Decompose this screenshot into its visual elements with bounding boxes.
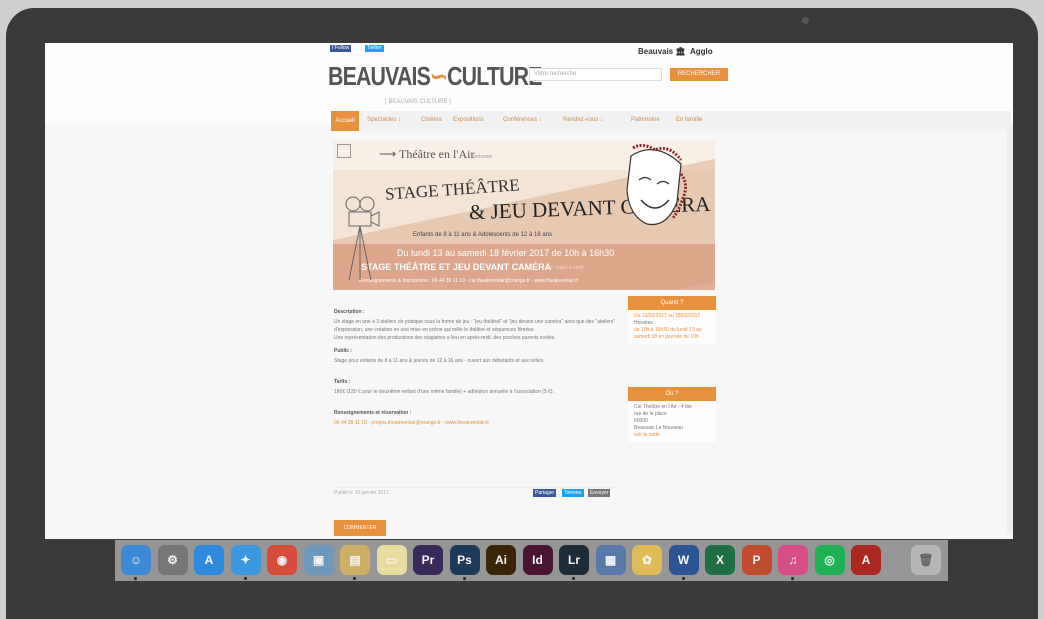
running-indicator bbox=[353, 577, 356, 580]
published-date: Publié le 15 janvier 2017 bbox=[334, 490, 389, 496]
banner-ages: Enfants de 8 à 11 ans & Adolescents de 1… bbox=[413, 232, 552, 238]
notes-icon[interactable]: ▤ bbox=[340, 545, 370, 575]
main-nav: Accueil Spectacles ↓ Cinéma Expositions … bbox=[331, 111, 1011, 131]
banner-stage: STAGE THÉÂTRE ET JEU DEVANT CAMÉRA bbox=[361, 262, 552, 272]
photos-icon[interactable]: ✿ bbox=[632, 545, 662, 575]
chrome-icon[interactable]: ◉ bbox=[267, 545, 297, 575]
photos-library-icon[interactable]: ▦ bbox=[595, 545, 626, 575]
nav-item-home[interactable]: Accueil bbox=[331, 111, 359, 131]
theatre-logo-icon bbox=[337, 144, 351, 158]
finder-icon[interactable]: ☺ bbox=[121, 545, 151, 575]
logo-text-right: CULTURE bbox=[447, 61, 542, 91]
where-line-1: Cie Théâtre en l'Air - 4 bis bbox=[634, 404, 692, 410]
share-email-button[interactable]: Envoyer bbox=[588, 489, 611, 497]
banner-presents: présente bbox=[473, 154, 493, 160]
word-icon[interactable]: W bbox=[668, 545, 699, 575]
partner-logo-beauvais: Beauvais 🏛 bbox=[638, 47, 686, 56]
running-indicator bbox=[243, 577, 247, 580]
description-text-3: Une représentation des productions des s… bbox=[334, 335, 556, 341]
public-heading: Public : bbox=[334, 348, 353, 354]
nav-item-expositions[interactable]: Expositions bbox=[453, 117, 484, 123]
running-indicator bbox=[572, 577, 575, 580]
when-hours-label: Horaires : bbox=[634, 320, 656, 326]
running-indicator bbox=[681, 577, 685, 580]
where-body: Cie Théâtre en l'Air - 4 bis rue de la p… bbox=[628, 401, 716, 442]
running-indicator bbox=[791, 577, 794, 580]
event-banner: ⟶ Théâtre en l'Air présente STAGE THÉÂTR… bbox=[333, 140, 715, 290]
page-scrollbar[interactable] bbox=[1007, 123, 1013, 533]
banner-stage-note: sur dates à venir bbox=[547, 265, 584, 271]
preview-icon[interactable]: ▣ bbox=[303, 545, 334, 575]
safari-icon[interactable]: ✦ bbox=[230, 545, 261, 575]
theatre-mask-icon bbox=[626, 144, 687, 226]
description-text-1: Un stage en une à 3 ateliers de pratique… bbox=[334, 319, 616, 333]
where-heading: Où ? bbox=[628, 387, 716, 401]
dock: ☺ ⚙ A ✦ ◉ ▣ ▤ ▭ Pr Ps Ai Id Lr ▦ ✿ W X P ♫ ◎ A 🗑 bbox=[115, 540, 948, 581]
indesign-icon[interactable]: Id bbox=[522, 545, 553, 575]
when-hours: de 10h à 16h30 du lundi 13 au samedi 18 … bbox=[634, 327, 702, 340]
banner-dates: Du lundi 13 au samedi 18 février 2017 de… bbox=[397, 248, 615, 258]
nav-item-rendez-vous[interactable]: Rendez-vous ↓ bbox=[563, 117, 603, 123]
nav-item-spectacles[interactable]: Spectacles ↓ bbox=[367, 117, 401, 123]
acrobat-icon[interactable]: A bbox=[851, 545, 881, 575]
nav-item-conferences[interactable]: Conférences ↓ bbox=[503, 117, 542, 123]
when-box: Quand ? Du 13/02/2017 au 18/02/2017 Hora… bbox=[628, 296, 716, 344]
illustrator-icon[interactable]: Ai bbox=[486, 545, 516, 575]
site-logo[interactable]: BEAUVAIS∽CULTURE bbox=[328, 61, 542, 92]
where-line-2: rue de la place bbox=[634, 411, 667, 417]
where-line-4: Beauvais Le Nouveau bbox=[634, 425, 683, 431]
facebook-follow-button[interactable]: f Follow bbox=[330, 45, 352, 52]
when-dates: Du 13/02/2017 au 18/02/2017 bbox=[634, 313, 701, 319]
when-body: Du 13/02/2017 au 18/02/2017 Horaires : d… bbox=[628, 310, 716, 344]
article-body: Description : Un stage en une à 3 atelie… bbox=[334, 303, 619, 430]
running-indicator bbox=[134, 577, 137, 580]
nav-item-en-famille[interactable]: En famille bbox=[676, 117, 702, 123]
public-text: Stage pour enfants de 8 à 11 ans & jeune… bbox=[334, 358, 545, 364]
search-input[interactable]: Votre recherche bbox=[529, 68, 662, 81]
camera-icon bbox=[802, 17, 809, 24]
stickies-icon[interactable]: ▭ bbox=[376, 545, 407, 575]
nav-item-cinema[interactable]: Cinéma bbox=[421, 117, 442, 123]
banner-company-name: Théâtre en l'Air bbox=[399, 147, 475, 161]
browser-screen: f Follow Twitter Beauvais 🏛 Agglo BEAUVA… bbox=[45, 43, 1013, 539]
spotify-icon[interactable]: ◎ bbox=[814, 545, 845, 575]
twitter-button[interactable]: Twitter bbox=[365, 45, 384, 52]
tarifs-text: 180€ (130 € pour le deuxième enfant d'un… bbox=[334, 389, 554, 395]
where-box: Où ? Cie Théâtre en l'Air - 4 bis rue de… bbox=[628, 387, 716, 442]
tarifs-heading: Tarifs : bbox=[334, 379, 351, 385]
share-facebook-button[interactable]: Partager bbox=[533, 489, 557, 497]
logo-subtitle: [ BEAUVAIS CULTURE ] bbox=[385, 99, 451, 105]
system-preferences-icon[interactable]: ⚙ bbox=[157, 545, 188, 575]
powerpoint-icon[interactable]: P bbox=[741, 545, 772, 575]
banner-company: ⟶ Théâtre en l'Air bbox=[379, 147, 475, 161]
premiere-icon[interactable]: Pr bbox=[413, 545, 443, 575]
where-map-link[interactable]: voir la carte bbox=[634, 432, 660, 438]
description-heading: Description : bbox=[334, 309, 365, 315]
nav-item-patrimoine[interactable]: Patrimoine bbox=[631, 117, 660, 123]
comment-button[interactable]: COMMENTER bbox=[334, 520, 386, 536]
description-text-2: séquences filmées. bbox=[492, 327, 535, 333]
renseignements-text[interactable]: 06 44 39 11 10 - projets.theatreenlair@o… bbox=[334, 419, 619, 427]
partner-logo-agglo: Agglo bbox=[690, 47, 713, 56]
app-store-icon[interactable]: A bbox=[194, 545, 224, 575]
share-twitter-button[interactable]: Tweeter bbox=[562, 489, 584, 497]
lightroom-icon[interactable]: Lr bbox=[559, 545, 589, 575]
photoshop-icon[interactable]: Ps bbox=[449, 545, 480, 575]
excel-icon[interactable]: X bbox=[705, 545, 735, 575]
where-line-3: 60000 bbox=[634, 418, 648, 424]
when-heading: Quand ? bbox=[628, 296, 716, 310]
trash-icon[interactable]: 🗑 bbox=[911, 545, 941, 575]
search-button[interactable]: RECHERCHER bbox=[670, 68, 728, 81]
banner-footer: Renseignements & inscriptions : 06 44 39… bbox=[359, 278, 579, 284]
logo-text-mid: ∽ bbox=[430, 61, 448, 91]
renseignements-heading: Renseignements et réservation : bbox=[334, 410, 412, 416]
film-camera-icon bbox=[345, 196, 380, 281]
logo-text-left: BEAUVAIS bbox=[328, 61, 431, 91]
itunes-icon[interactable]: ♫ bbox=[778, 545, 808, 575]
running-indicator bbox=[462, 577, 466, 580]
description-text: Un stage en une à 3 ateliers de pratique… bbox=[334, 318, 619, 342]
